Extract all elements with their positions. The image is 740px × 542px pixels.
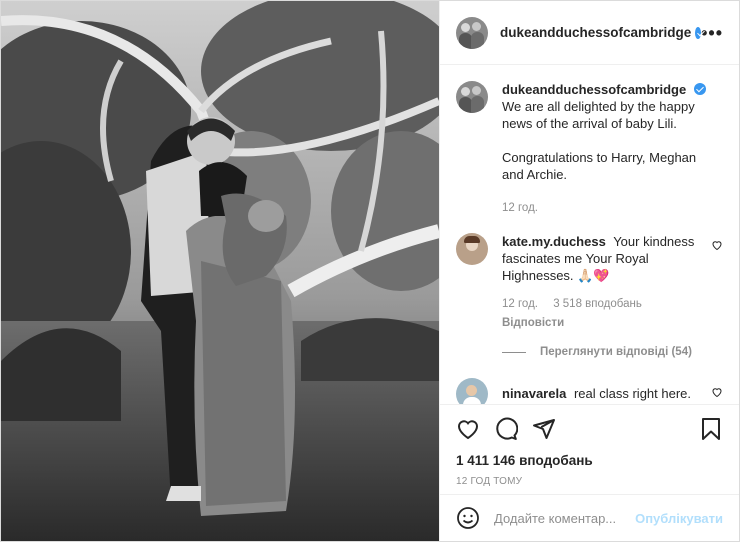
view-replies-label: Переглянути відповіді (54)	[540, 346, 692, 358]
action-icons	[456, 413, 723, 445]
share-paper-plane-icon[interactable]	[532, 417, 556, 441]
post-photo[interactable]	[1, 1, 439, 541]
post-photo-image	[1, 1, 439, 541]
caption-text-line1: We are all delighted by the happy news o…	[502, 99, 695, 131]
comment-input[interactable]: Додайте коментар...	[494, 511, 635, 526]
comment-item: ninavarela real class right here.	[456, 378, 723, 404]
comment-body: kate.my.duchess Your kindness fascinates…	[502, 233, 710, 332]
view-replies-button[interactable]: Переглянути відповіді (54)	[502, 346, 723, 358]
instagram-post: dukeandduchessofcambridge ••• dukeandduc…	[0, 0, 740, 542]
comment-time[interactable]: 12 год.	[502, 298, 538, 310]
post-sidebar: dukeandduchessofcambridge ••• dukeandduc…	[439, 1, 739, 541]
comments-list[interactable]: dukeandduchessofcambridge We are all del…	[440, 65, 739, 404]
comment-body: ninavarela real class right here.	[502, 378, 710, 404]
more-options-icon[interactable]: •••	[701, 24, 723, 42]
reply-button[interactable]: Відповісти	[502, 315, 698, 332]
caption-username[interactable]: dukeandduchessofcambridge	[502, 82, 686, 97]
comment-item: kate.my.duchess Your kindness fascinates…	[456, 233, 723, 332]
add-comment-bar: Додайте коментар... Опублікувати	[440, 494, 739, 541]
caption-body: dukeandduchessofcambridge We are all del…	[502, 81, 710, 217]
likes-count[interactable]: 1 411 146 вподобань	[456, 453, 723, 468]
author-avatar[interactable]	[456, 16, 488, 49]
emoji-icon[interactable]	[456, 506, 480, 530]
like-heart-icon[interactable]	[456, 417, 480, 441]
caption-time[interactable]: 12 год.	[502, 202, 538, 214]
caption-avatar[interactable]	[456, 81, 488, 113]
author-username[interactable]: dukeandduchessofcambridge	[500, 25, 691, 40]
comment-likes[interactable]: 3 518 вподобань	[553, 298, 642, 310]
commenter-avatar[interactable]	[456, 378, 488, 404]
comment-like-heart-icon[interactable]	[711, 239, 723, 251]
comment-username[interactable]: ninavarela	[502, 386, 566, 401]
save-bookmark-icon[interactable]	[699, 417, 723, 441]
replies-divider	[502, 351, 526, 353]
caption-text-line2: Congratulations to Harry, Meghan and Arc…	[502, 150, 697, 182]
caption: dukeandduchessofcambridge We are all del…	[456, 81, 723, 217]
commenter-avatar[interactable]	[456, 233, 488, 265]
comment-bubble-icon[interactable]	[494, 417, 518, 441]
comment-like-heart-icon[interactable]	[711, 386, 723, 398]
verified-badge-icon	[694, 83, 707, 95]
post-header: dukeandduchessofcambridge •••	[440, 1, 739, 65]
post-timestamp[interactable]: 12 ГОД ТОМУ	[456, 476, 723, 487]
publish-button[interactable]: Опублікувати	[635, 511, 723, 526]
post-actions: 1 411 146 вподобань 12 ГОД ТОМУ	[440, 404, 739, 494]
comment-text: real class right here.	[573, 386, 692, 401]
verified-badge-icon	[695, 26, 702, 39]
comment-username[interactable]: kate.my.duchess	[502, 234, 606, 249]
